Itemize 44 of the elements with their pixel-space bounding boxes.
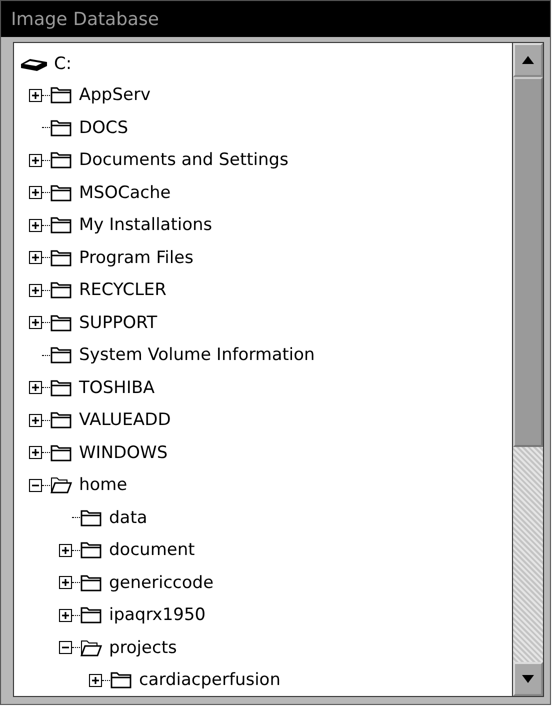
folder-label[interactable]: My Installations [79,215,212,236]
expand-icon[interactable] [58,544,72,557]
expand-icon[interactable] [28,414,42,427]
folder-label[interactable]: AppServ [79,85,151,106]
folder-label[interactable]: Documents and Settings [79,150,288,170]
scroll-up-button[interactable] [513,43,543,77]
folder-label[interactable]: home [79,475,128,496]
expand-icon[interactable] [28,218,42,232]
window-title: Image Database [11,8,159,30]
folder-label[interactable]: document [109,540,195,560]
folder-label[interactable]: TOSHIBA [79,378,155,398]
up-arrow-icon [521,55,535,65]
expand-icon[interactable] [28,251,42,264]
folder-label[interactable]: DOCS [79,118,128,138]
expand-icon[interactable] [58,576,72,590]
collapse-icon[interactable] [58,641,72,654]
expand-icon[interactable] [28,316,42,330]
folder-label[interactable]: ipaqrx1950 [109,605,206,626]
folder-label[interactable]: MSOCache [79,182,171,203]
folder-label[interactable]: genericcode [109,572,214,593]
expand-icon[interactable] [88,674,102,687]
collapse-icon[interactable] [28,478,42,492]
scroll-down-button[interactable] [513,662,543,696]
folder-label[interactable]: RECYCLER [79,280,166,300]
folder-label[interactable]: WINDOWS [79,442,168,463]
folder-label[interactable]: VALUEADD [79,410,171,430]
expand-icon[interactable] [28,186,42,200]
scroll-thumb[interactable] [513,77,543,447]
expand-icon[interactable] [28,381,42,394]
expand-icon[interactable] [28,446,42,460]
expand-icon[interactable] [58,608,72,622]
expand-icon[interactable] [28,284,42,297]
folder-label[interactable]: Program Files [79,248,194,268]
expand-icon[interactable] [28,88,42,102]
drive-icon [20,56,48,72]
folder-label[interactable]: data [109,508,148,528]
folder-label[interactable]: cardiacperfusion [139,670,280,690]
expand-icon[interactable] [28,154,42,167]
drive-label[interactable]: C: [54,54,72,74]
scrollbar[interactable] [512,43,543,696]
down-arrow-icon [521,674,535,684]
folder-label[interactable]: System Volume Information [79,345,315,366]
folder-label[interactable]: projects [109,638,177,658]
folder-label[interactable]: SUPPORT [79,312,158,333]
